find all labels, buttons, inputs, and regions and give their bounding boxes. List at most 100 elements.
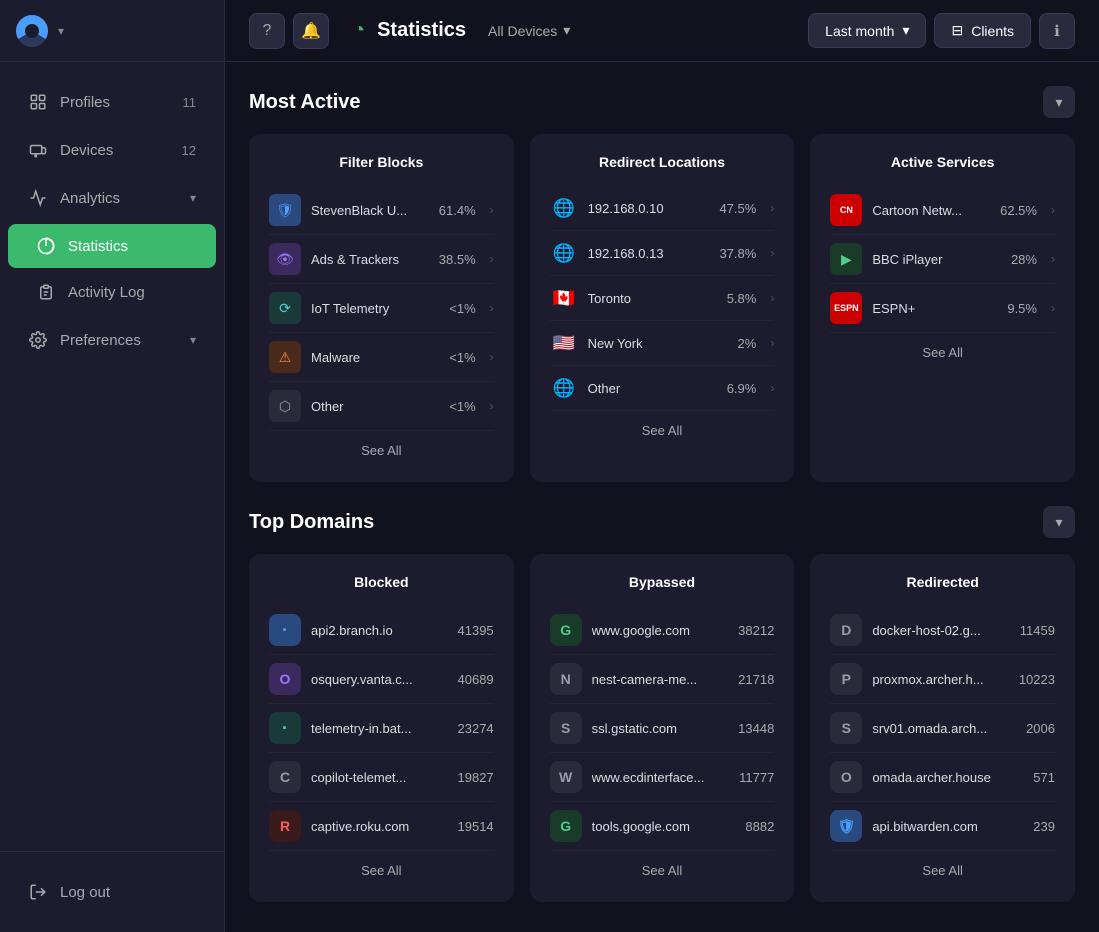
- content-area: Most Active ▾ Filter Blocks 🛡 StevenBlac…: [225, 62, 1099, 926]
- top-domains-header: Top Domains ▾: [249, 506, 1075, 538]
- device-filter-chevron-icon: ▾: [563, 22, 570, 39]
- redirect-row-toronto[interactable]: 🇨🇦 Toronto 5.8% ›: [550, 276, 775, 321]
- logout-label: Log out: [60, 884, 110, 901]
- bypassed-title: Bypassed: [550, 574, 775, 590]
- nest-icon: N: [550, 663, 582, 695]
- service-row-cn[interactable]: CN Cartoon Netw... 62.5% ›: [830, 186, 1055, 235]
- page-title: Statistics: [377, 19, 466, 42]
- usa-flag-icon: 🇺🇸: [550, 329, 578, 357]
- malware-chevron-icon: ›: [490, 350, 494, 364]
- api2branch-icon: ·: [269, 614, 301, 646]
- redirect-locations-title: Redirect Locations: [550, 154, 775, 170]
- iot-pct: <1%: [449, 301, 475, 316]
- bypassed-row-ssl[interactable]: S ssl.gstatic.com 13448: [550, 704, 775, 753]
- redirected-title: Redirected: [830, 574, 1055, 590]
- globe-icon-2: 🌐: [550, 239, 578, 267]
- omada-icon: O: [830, 761, 862, 793]
- bypassed-row-nest[interactable]: N nest-camera-me... 21718: [550, 655, 775, 704]
- device-filter-button[interactable]: All Devices ▾: [478, 16, 580, 45]
- logo-icon[interactable]: [16, 15, 48, 47]
- bbc-iplayer-pct: 28%: [1011, 252, 1037, 267]
- device-filter-label: All Devices: [488, 23, 557, 39]
- bypassed-row-google[interactable]: G www.google.com 38212: [550, 606, 775, 655]
- roku-icon: R: [269, 810, 301, 842]
- cartoon-network-chevron-icon: ›: [1051, 203, 1055, 217]
- redirected-row-omada[interactable]: O omada.archer.house 571: [830, 753, 1055, 802]
- redirect-locations-see-all[interactable]: See All: [550, 411, 775, 442]
- roku-count: 19514: [458, 819, 494, 834]
- filter-row-iot[interactable]: ⟳ IoT Telemetry <1% ›: [269, 284, 494, 333]
- filter-row-ads[interactable]: 👁 Ads & Trackers 38.5% ›: [269, 235, 494, 284]
- service-row-espn[interactable]: ESPN ESPN+ 9.5% ›: [830, 284, 1055, 333]
- new-york-pct: 2%: [738, 336, 757, 351]
- blocked-row-osquery[interactable]: O osquery.vanta.c... 40689: [269, 655, 494, 704]
- bitwarden-label: api.bitwarden.com: [872, 819, 1023, 834]
- info-button[interactable]: ℹ: [1039, 13, 1075, 49]
- sidebar: ▾ Profiles 11 Devices 12 Analytics ▾: [0, 0, 225, 932]
- redirected-see-all[interactable]: See All: [830, 851, 1055, 882]
- notification-button[interactable]: 🔔: [293, 13, 329, 49]
- osquery-icon: O: [269, 663, 301, 695]
- iot-icon: ⟳: [269, 292, 301, 324]
- toronto-pct: 5.8%: [727, 291, 757, 306]
- profiles-icon: [28, 92, 48, 112]
- sidebar-item-logout[interactable]: Log out: [8, 870, 216, 914]
- most-active-collapse-button[interactable]: ▾: [1043, 86, 1075, 118]
- tools-google-label: tools.google.com: [592, 819, 736, 834]
- malware-label: Malware: [311, 350, 439, 365]
- bypassed-see-all[interactable]: See All: [550, 851, 775, 882]
- statistics-page-icon: ◔: [353, 19, 365, 42]
- stevenblack-label: StevenBlack U...: [311, 203, 429, 218]
- sidebar-item-analytics[interactable]: Analytics ▾: [8, 176, 216, 220]
- espn-label: ESPN+: [872, 301, 997, 316]
- blocked-row-copilot[interactable]: C copilot-telemet... 19827: [269, 753, 494, 802]
- top-domains-collapse-button[interactable]: ▾: [1043, 506, 1075, 538]
- blocked-title: Blocked: [269, 574, 494, 590]
- redirected-row-srv01[interactable]: S srv01.omada.arch... 2006: [830, 704, 1055, 753]
- filter-row-other[interactable]: ⬡ Other <1% ›: [269, 382, 494, 431]
- bbc-iplayer-label: BBC iPlayer: [872, 252, 1001, 267]
- sidebar-item-activity-log[interactable]: Activity Log: [8, 270, 216, 314]
- redirect-ip2-chevron-icon: ›: [770, 246, 774, 260]
- toronto-label: Toronto: [588, 291, 717, 306]
- google-label: www.google.com: [592, 623, 729, 638]
- filter-row-stevenblack[interactable]: 🛡 StevenBlack U... 61.4% ›: [269, 186, 494, 235]
- filter-other-label: Other: [311, 399, 439, 414]
- filter-blocks-see-all[interactable]: See All: [269, 431, 494, 462]
- sidebar-item-preferences[interactable]: Preferences ▾: [8, 318, 216, 362]
- sidebar-item-profiles[interactable]: Profiles 11: [8, 80, 216, 124]
- copilot-label: copilot-telemet...: [311, 770, 448, 785]
- help-button[interactable]: ?: [249, 13, 285, 49]
- canada-flag-icon: 🇨🇦: [550, 284, 578, 312]
- redirect-row-192-13[interactable]: 🌐 192.168.0.13 37.8% ›: [550, 231, 775, 276]
- redirected-row-proxmox[interactable]: P proxmox.archer.h... 10223: [830, 655, 1055, 704]
- redirect-row-new-york[interactable]: 🇺🇸 New York 2% ›: [550, 321, 775, 366]
- redirect-ip1-chevron-icon: ›: [770, 201, 774, 215]
- sidebar-item-statistics[interactable]: Statistics: [8, 224, 216, 268]
- redirect-row-other[interactable]: 🌐 Other 6.9% ›: [550, 366, 775, 411]
- bypassed-row-tools-google[interactable]: G tools.google.com 8882: [550, 802, 775, 851]
- blocked-see-all[interactable]: See All: [269, 851, 494, 882]
- sidebar-item-devices[interactable]: Devices 12: [8, 128, 216, 172]
- devices-badge: 12: [182, 143, 196, 158]
- filter-row-malware[interactable]: ⚠ Malware <1% ›: [269, 333, 494, 382]
- bypassed-row-ecd[interactable]: W www.ecdinterface... 11777: [550, 753, 775, 802]
- chevron-down-icon[interactable]: ▾: [58, 24, 64, 38]
- redirected-row-bitwarden[interactable]: 🛡 api.bitwarden.com 239: [830, 802, 1055, 851]
- service-row-bbc[interactable]: ▶ BBC iPlayer 28% ›: [830, 235, 1055, 284]
- redirected-row-docker[interactable]: D docker-host-02.g... 11459: [830, 606, 1055, 655]
- tools-google-icon: G: [550, 810, 582, 842]
- docker-label: docker-host-02.g...: [872, 623, 1009, 638]
- malware-pct: <1%: [449, 350, 475, 365]
- bitwarden-count: 239: [1033, 819, 1055, 834]
- clients-button[interactable]: ⊟ Clients: [934, 13, 1031, 48]
- blocked-row-telemetry[interactable]: · telemetry-in.bat... 23274: [269, 704, 494, 753]
- period-selector-button[interactable]: Last month ▾: [808, 13, 926, 48]
- blocked-row-api2branch[interactable]: · api2.branch.io 41395: [269, 606, 494, 655]
- redirect-locations-card: Redirect Locations 🌐 192.168.0.10 47.5% …: [530, 134, 795, 482]
- stevenblack-icon: 🛡: [269, 194, 301, 226]
- active-services-see-all[interactable]: See All: [830, 333, 1055, 364]
- topbar-right: Last month ▾ ⊟ Clients ℹ: [808, 13, 1075, 49]
- redirect-row-192-10[interactable]: 🌐 192.168.0.10 47.5% ›: [550, 186, 775, 231]
- blocked-row-roku[interactable]: R captive.roku.com 19514: [269, 802, 494, 851]
